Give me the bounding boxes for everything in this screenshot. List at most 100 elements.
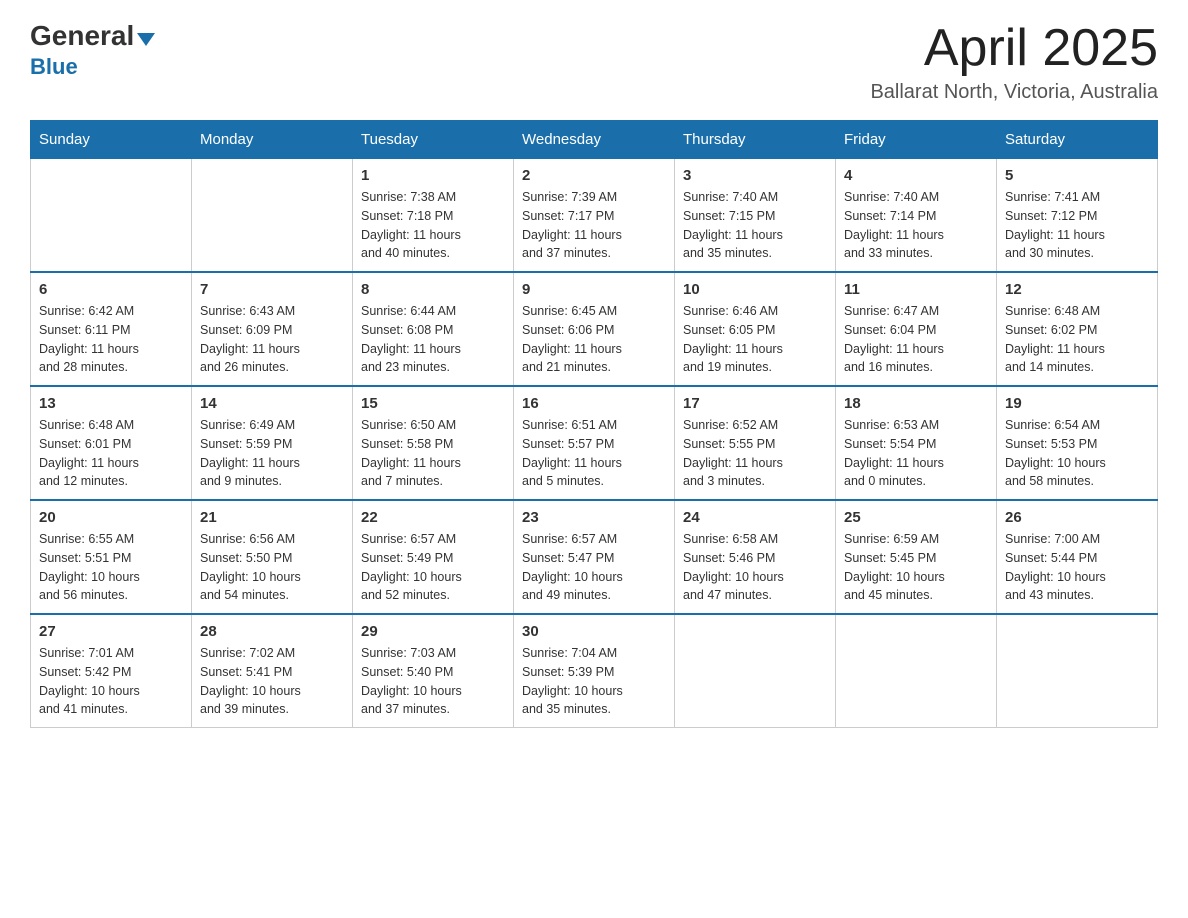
calendar-cell: 1 Sunrise: 7:38 AMSunset: 7:18 PMDaylight… — [353, 159, 514, 273]
day-info: Sunrise: 6:52 AMSunset: 5:55 PMDaylight:… — [683, 416, 827, 491]
day-number: 19 — [1005, 395, 1149, 412]
day-info: Sunrise: 7:39 AMSunset: 7:17 PMDaylight:… — [522, 188, 666, 263]
calendar-cell: 27Sunrise: 7:01 AMSunset: 5:42 PMDayligh… — [31, 614, 192, 728]
day-info: Sunrise: 6:49 AMSunset: 5:59 PMDaylight:… — [200, 416, 344, 491]
calendar-cell: 13 Sunrise: 6:48 AMSunset: 6:01 PMDayligh… — [31, 386, 192, 500]
calendar-cell — [675, 614, 836, 728]
calendar-cell: 30 Sunrise: 7:04 AMSunset: 5:39 PMDayligh… — [514, 614, 675, 728]
day-info: Sunrise: 6:47 AMSunset: 6:04 PMDaylight:… — [844, 302, 988, 377]
calendar-cell: 21 Sunrise: 6:56 AMSunset: 5:50 PMDayligh… — [192, 500, 353, 614]
calendar-cell: 23 Sunrise: 6:57 AMSunset: 5:47 PMDayligh… — [514, 500, 675, 614]
calendar-cell: 3Sunrise: 7:40 AMSunset: 7:15 PMDaylight… — [675, 159, 836, 273]
day-number: 21 — [200, 509, 344, 526]
calendar-cell: 17 Sunrise: 6:52 AMSunset: 5:55 PMDayligh… — [675, 386, 836, 500]
calendar-cell: 14 Sunrise: 6:49 AMSunset: 5:59 PMDayligh… — [192, 386, 353, 500]
day-info: Sunrise: 6:57 AMSunset: 5:49 PMDaylight:… — [361, 530, 505, 605]
header-friday: Friday — [836, 121, 997, 159]
calendar-cell: 5 Sunrise: 7:41 AMSunset: 7:12 PMDaylight… — [997, 159, 1158, 273]
day-number: 10 — [683, 281, 827, 298]
day-info: Sunrise: 6:48 AMSunset: 6:02 PMDaylight:… — [1005, 302, 1149, 377]
day-number: 28 — [200, 623, 344, 640]
calendar-cell: 24 Sunrise: 6:58 AMSunset: 5:46 PMDayligh… — [675, 500, 836, 614]
calendar-cell — [836, 614, 997, 728]
day-number: 23 — [522, 509, 666, 526]
day-number: 22 — [361, 509, 505, 526]
calendar-cell: 15 Sunrise: 6:50 AMSunset: 5:58 PMDayligh… — [353, 386, 514, 500]
calendar-cell: 18Sunrise: 6:53 AMSunset: 5:54 PMDayligh… — [836, 386, 997, 500]
day-number: 11 — [844, 281, 988, 298]
day-number: 6 — [39, 281, 183, 298]
calendar-cell: 29Sunrise: 7:03 AMSunset: 5:40 PMDayligh… — [353, 614, 514, 728]
day-info: Sunrise: 6:46 AMSunset: 6:05 PMDaylight:… — [683, 302, 827, 377]
day-info: Sunrise: 7:00 AMSunset: 5:44 PMDaylight:… — [1005, 530, 1149, 605]
calendar-cell — [997, 614, 1158, 728]
day-info: Sunrise: 6:56 AMSunset: 5:50 PMDaylight:… — [200, 530, 344, 605]
logo-chevron-icon — [137, 33, 155, 46]
day-number: 13 — [39, 395, 183, 412]
page-header: General Blue April 2025 Ballarat North, … — [30, 20, 1158, 104]
calendar-cell: 28 Sunrise: 7:02 AMSunset: 5:41 PMDayligh… — [192, 614, 353, 728]
day-number: 15 — [361, 395, 505, 412]
calendar-cell: 20Sunrise: 6:55 AMSunset: 5:51 PMDayligh… — [31, 500, 192, 614]
day-number: 30 — [522, 623, 666, 640]
day-number: 18 — [844, 395, 988, 412]
week-row-2: 6 Sunrise: 6:42 AMSunset: 6:11 PMDaylight… — [31, 272, 1158, 386]
day-number: 9 — [522, 281, 666, 298]
day-number: 20 — [39, 509, 183, 526]
week-row-1: 1 Sunrise: 7:38 AMSunset: 7:18 PMDaylight… — [31, 159, 1158, 273]
day-info: Sunrise: 6:44 AMSunset: 6:08 PMDaylight:… — [361, 302, 505, 377]
day-info: Sunrise: 7:02 AMSunset: 5:41 PMDaylight:… — [200, 644, 344, 719]
day-info: Sunrise: 6:59 AMSunset: 5:45 PMDaylight:… — [844, 530, 988, 605]
day-number: 1 — [361, 167, 505, 184]
day-info: Sunrise: 6:45 AMSunset: 6:06 PMDaylight:… — [522, 302, 666, 377]
week-row-3: 13 Sunrise: 6:48 AMSunset: 6:01 PMDayligh… — [31, 386, 1158, 500]
day-number: 5 — [1005, 167, 1149, 184]
day-info: Sunrise: 7:04 AMSunset: 5:39 PMDaylight:… — [522, 644, 666, 719]
day-info: Sunrise: 6:42 AMSunset: 6:11 PMDaylight:… — [39, 302, 183, 377]
calendar-cell: 26Sunrise: 7:00 AMSunset: 5:44 PMDayligh… — [997, 500, 1158, 614]
title-area: April 2025 Ballarat North, Victoria, Aus… — [870, 20, 1158, 104]
day-number: 17 — [683, 395, 827, 412]
calendar-cell: 16Sunrise: 6:51 AMSunset: 5:57 PMDayligh… — [514, 386, 675, 500]
day-number: 14 — [200, 395, 344, 412]
day-number: 27 — [39, 623, 183, 640]
calendar-cell: 2Sunrise: 7:39 AMSunset: 7:17 PMDaylight… — [514, 159, 675, 273]
day-info: Sunrise: 6:48 AMSunset: 6:01 PMDaylight:… — [39, 416, 183, 491]
calendar-cell: 19 Sunrise: 6:54 AMSunset: 5:53 PMDayligh… — [997, 386, 1158, 500]
calendar-cell: 6 Sunrise: 6:42 AMSunset: 6:11 PMDaylight… — [31, 272, 192, 386]
day-info: Sunrise: 6:50 AMSunset: 5:58 PMDaylight:… — [361, 416, 505, 491]
logo-blue-text: Blue — [30, 54, 78, 80]
month-year-title: April 2025 — [870, 20, 1158, 77]
header-wednesday: Wednesday — [514, 121, 675, 159]
calendar-cell: 8 Sunrise: 6:44 AMSunset: 6:08 PMDaylight… — [353, 272, 514, 386]
day-info: Sunrise: 6:58 AMSunset: 5:46 PMDaylight:… — [683, 530, 827, 605]
week-row-5: 27Sunrise: 7:01 AMSunset: 5:42 PMDayligh… — [31, 614, 1158, 728]
day-info: Sunrise: 7:38 AMSunset: 7:18 PMDaylight:… — [361, 188, 505, 263]
header-tuesday: Tuesday — [353, 121, 514, 159]
calendar-cell: 25Sunrise: 6:59 AMSunset: 5:45 PMDayligh… — [836, 500, 997, 614]
calendar-cell — [31, 159, 192, 273]
calendar-cell: 10 Sunrise: 6:46 AMSunset: 6:05 PMDayligh… — [675, 272, 836, 386]
day-info: Sunrise: 7:41 AMSunset: 7:12 PMDaylight:… — [1005, 188, 1149, 263]
week-row-4: 20Sunrise: 6:55 AMSunset: 5:51 PMDayligh… — [31, 500, 1158, 614]
calendar-cell: 11 Sunrise: 6:47 AMSunset: 6:04 PMDayligh… — [836, 272, 997, 386]
day-info: Sunrise: 6:57 AMSunset: 5:47 PMDaylight:… — [522, 530, 666, 605]
calendar-cell: 7Sunrise: 6:43 AMSunset: 6:09 PMDaylight… — [192, 272, 353, 386]
day-info: Sunrise: 6:51 AMSunset: 5:57 PMDaylight:… — [522, 416, 666, 491]
day-info: Sunrise: 7:03 AMSunset: 5:40 PMDaylight:… — [361, 644, 505, 719]
calendar-cell: 4 Sunrise: 7:40 AMSunset: 7:14 PMDaylight… — [836, 159, 997, 273]
day-number: 8 — [361, 281, 505, 298]
day-info: Sunrise: 6:54 AMSunset: 5:53 PMDaylight:… — [1005, 416, 1149, 491]
day-info: Sunrise: 7:40 AMSunset: 7:14 PMDaylight:… — [844, 188, 988, 263]
calendar-table: SundayMondayTuesdayWednesdayThursdayFrid… — [30, 120, 1158, 728]
day-number: 24 — [683, 509, 827, 526]
header-saturday: Saturday — [997, 121, 1158, 159]
header-row: SundayMondayTuesdayWednesdayThursdayFrid… — [31, 121, 1158, 159]
day-number: 3 — [683, 167, 827, 184]
header-sunday: Sunday — [31, 121, 192, 159]
header-monday: Monday — [192, 121, 353, 159]
location-subtitle: Ballarat North, Victoria, Australia — [870, 81, 1158, 104]
day-number: 4 — [844, 167, 988, 184]
calendar-cell: 12Sunrise: 6:48 AMSunset: 6:02 PMDayligh… — [997, 272, 1158, 386]
logo-general-text: General — [30, 20, 134, 52]
